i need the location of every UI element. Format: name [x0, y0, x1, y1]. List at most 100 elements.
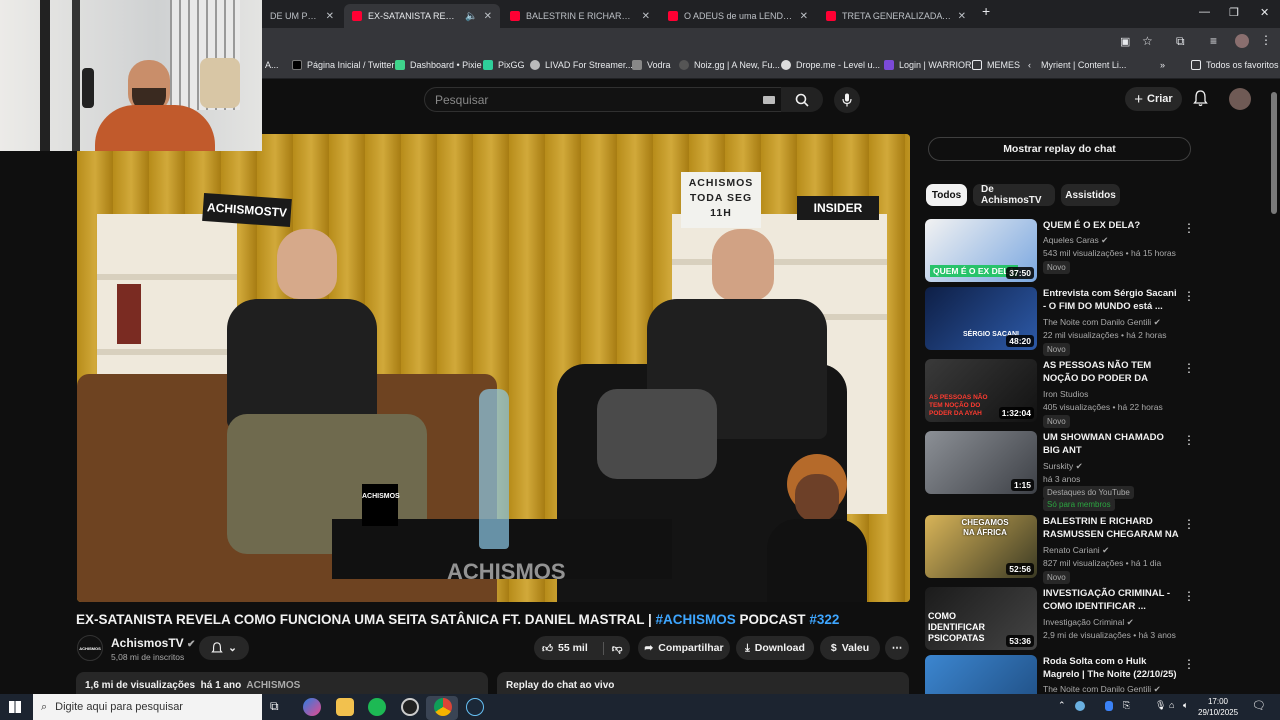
close-icon[interactable]: ✕ [958, 11, 966, 22]
recommended-video[interactable]: 1:15 UM SHOWMAN CHAMADO BIG ANT Surskity… [925, 431, 1195, 511]
browser-tab[interactable]: BALESTRIN E RICHARD RASMUSSEN ✕ [502, 4, 658, 28]
recommended-video[interactable]: COMO IDENTIFICAR PSICOPATAS 53:36 INVEST… [925, 587, 1195, 653]
recommended-video[interactable]: SÉRGIO SACANI 48:20 Entrevista com Sérgi… [925, 287, 1195, 356]
menu-kebab-icon[interactable]: ⋮ [1260, 33, 1272, 47]
volume-icon[interactable]: 🔈︎ [1183, 700, 1188, 711]
video-thumbnail[interactable]: 1:15 [925, 431, 1037, 494]
bookmark-item[interactable]: LIVAD For Streamer... [530, 60, 633, 70]
close-icon[interactable]: ✕ [484, 11, 492, 22]
description-tag[interactable]: ACHISMOS [246, 680, 300, 691]
browser-tab[interactable]: O ADEUS de uma LENDA... o fim ✕ [660, 4, 816, 28]
recommended-video[interactable]: Roda Solta com o Hulk Magrelo | The Noit… [925, 655, 1195, 694]
bookmark-item[interactable]: A... [265, 60, 279, 70]
like-count[interactable]: 55 mil [558, 642, 588, 654]
browser-tab[interactable]: DE UM PUNK ✕ [262, 4, 342, 28]
video-title[interactable]: UM SHOWMAN CHAMADO BIG ANT [1043, 431, 1179, 457]
show-chat-replay-button[interactable]: Mostrar replay do chat [928, 137, 1191, 161]
channel-name[interactable]: The Noite com Danilo Gentili ✔ [1043, 317, 1161, 328]
channel-name[interactable]: Surskity ✔ [1043, 461, 1083, 472]
video-thumbnail[interactable]: CHEGAMOS NA ÁFRICA 52:56 [925, 515, 1037, 578]
thumbs-up-icon[interactable]: 👍︎ [542, 642, 553, 655]
bookmark-item[interactable]: Drope.me - Level u... [781, 60, 880, 70]
bookmark-item[interactable]: PixGG [483, 60, 525, 70]
video-title[interactable]: INVESTIGAÇÃO CRIMINAL - COMO IDENTIFICAR… [1043, 587, 1179, 613]
taskbar-search[interactable]: ⌕ Digite aqui para pesquisar [33, 694, 262, 720]
channel-name[interactable]: The Noite com Danilo Gentili ✔ [1043, 684, 1161, 694]
star-icon[interactable]: ☆ [1142, 34, 1153, 48]
speaker-icon[interactable]: 🔈 [465, 11, 477, 22]
bookmark-item[interactable]: Noiz.gg | A New, Fu... [679, 60, 780, 70]
page-scrollbar[interactable] [1271, 92, 1277, 214]
bookmark-item[interactable]: Login | WARRIOR [884, 60, 972, 70]
voice-search-button[interactable] [834, 87, 860, 113]
notifications-button[interactable] [1193, 90, 1208, 112]
spotify-icon[interactable] [368, 698, 386, 716]
more-options-icon[interactable]: ⋮ [1183, 433, 1195, 447]
video-thumbnail[interactable] [925, 655, 1037, 694]
bookmark-item[interactable]: Vodra [632, 60, 671, 70]
video-thumbnail[interactable]: AS PESSOAS NÃO TEM NOÇÃO DO PODER DA AYA… [925, 359, 1037, 422]
file-explorer-icon[interactable] [336, 698, 354, 716]
task-view-icon[interactable]: ⧉ [270, 699, 279, 714]
search-input[interactable]: Pesquisar [424, 87, 782, 112]
copilot-icon[interactable] [303, 698, 321, 716]
video-title[interactable]: AS PESSOAS NÃO TEM NOÇÃO DO PODER DA AYA… [1043, 359, 1179, 386]
more-actions-button[interactable]: ⋯ [885, 636, 909, 660]
video-title[interactable]: Entrevista com Sérgio Sacani - O FIM DO … [1043, 287, 1179, 313]
bluetooth-icon[interactable] [1105, 701, 1113, 711]
bookmark-item[interactable]: Página Inicial / Twitter [292, 60, 394, 70]
reading-list-icon[interactable]: ≡ [1210, 34, 1217, 48]
channel-name[interactable]: Iron Studios [1043, 389, 1088, 399]
create-button[interactable]: + Criar [1125, 87, 1182, 111]
window-close-icon[interactable]: ✕ [1260, 6, 1269, 19]
subscribed-button[interactable]: ⌄ [199, 636, 249, 660]
recommended-video[interactable]: QUEM É O EX DELA 37:50 QUEM É O EX DELA?… [925, 219, 1195, 285]
user-avatar[interactable] [1229, 88, 1251, 110]
recommended-video[interactable]: CHEGAMOS NA ÁFRICA 52:56 BALESTRIN E RIC… [925, 515, 1195, 584]
bookmark-folder[interactable]: MEMES [972, 60, 1020, 70]
tray-app-icon[interactable] [1075, 701, 1085, 711]
close-icon[interactable]: ✕ [642, 11, 650, 22]
new-tab-button[interactable]: + [982, 3, 990, 19]
more-options-icon[interactable]: ⋮ [1183, 289, 1195, 303]
browser-tab[interactable]: TRETA GENERALIZADA CONTRA ✕ [818, 4, 974, 28]
more-options-icon[interactable]: ⋮ [1183, 221, 1195, 235]
usb-icon[interactable]: ⎘ [1123, 700, 1130, 711]
close-icon[interactable]: ✕ [800, 11, 808, 22]
thanks-button[interactable]: $ Valeu [820, 636, 880, 660]
share-button[interactable]: ➦ Compartilhar [638, 636, 730, 660]
thumbs-down-icon[interactable]: 👎︎ [602, 641, 622, 655]
channel-name[interactable]: Aqueles Caras ✔ [1043, 235, 1108, 246]
channel-name[interactable]: Investigação Criminal ✔ [1043, 617, 1134, 628]
restore-icon[interactable]: ❐ [1229, 6, 1239, 19]
channel-name[interactable]: AchismosTV ✔ [111, 636, 195, 650]
filter-chip-all[interactable]: Todos [926, 184, 967, 206]
notification-center-icon[interactable]: 🗨︎ [1252, 699, 1266, 712]
description-box[interactable]: 1,6 mi de visualizações há 1 ano ACHISMO… [76, 672, 488, 696]
filter-chip-channel[interactable]: De AchismosTV [973, 184, 1055, 206]
channel-name[interactable]: Renato Cariani ✔ [1043, 545, 1109, 556]
browser-tab-active[interactable]: EX-SATANISTA REVELA COMO 🔈 ✕ [344, 4, 500, 28]
video-thumbnail[interactable]: SÉRGIO SACANI 48:20 [925, 287, 1037, 350]
windows-start-icon[interactable] [9, 701, 21, 713]
hashtag-link[interactable]: #ACHISMOS [656, 612, 736, 627]
minimize-icon[interactable]: — [1199, 6, 1210, 18]
bookmark-item[interactable]: ‹ Myrient | Content Li... [1028, 60, 1126, 70]
obs-icon[interactable] [401, 698, 419, 716]
microphone-tray-icon[interactable]: 🎙︎ [1155, 700, 1166, 711]
more-options-icon[interactable]: ⋮ [1183, 517, 1195, 531]
extensions-icon[interactable]: ⧉ [1176, 34, 1185, 49]
download-button[interactable]: ⤓ Download [736, 636, 814, 660]
channel-avatar[interactable]: ACHISMOS [77, 635, 103, 661]
network-icon[interactable]: ⌂ [1169, 700, 1174, 710]
filter-chip-watched[interactable]: Assistidos [1061, 184, 1120, 206]
video-player[interactable]: ACHISMOSTV ACHISMOS TODA SEG 11H INSIDER… [77, 134, 910, 602]
video-title[interactable]: QUEM É O EX DELA? [1043, 219, 1179, 232]
bookmarks-overflow-icon[interactable]: » [1160, 60, 1165, 70]
hashtag-link[interactable]: #322 [809, 612, 839, 627]
system-clock[interactable]: 17:00 29/10/2025 [1198, 696, 1238, 718]
chrome-icon[interactable] [434, 698, 452, 716]
search-button[interactable] [781, 87, 823, 112]
steam-icon[interactable] [466, 698, 484, 716]
video-thumbnail[interactable]: COMO IDENTIFICAR PSICOPATAS 53:36 [925, 587, 1037, 650]
